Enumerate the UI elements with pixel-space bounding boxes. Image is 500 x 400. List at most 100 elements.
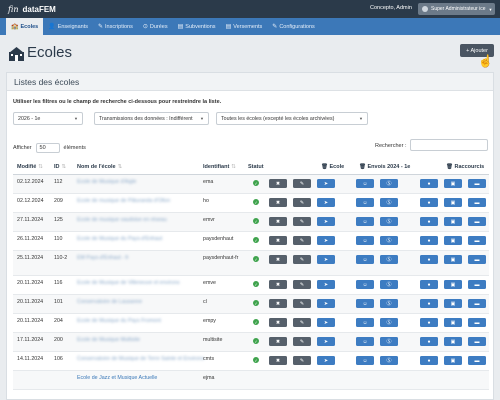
edit-school-button[interactable]: ✎ [293, 299, 311, 308]
send-school-button[interactable]: ➤ [317, 318, 335, 327]
school-name-link[interactable]: Ecole de Jazz et Musique Actuelle [77, 375, 157, 381]
shortcut-info-button[interactable]: ● [420, 299, 438, 308]
table-row[interactable]: 26.11.2024 110 Ecole de Musique du Pays-d'… [13, 232, 489, 251]
delete-school-button[interactable]: ✖ [269, 236, 287, 245]
table-row[interactable]: 17.11.2024 200 Ecole de Musique Multisite m… [13, 333, 489, 352]
table-row[interactable]: 02.12.2024 112 Ecole de Musique d'Aigle ema… [13, 175, 489, 194]
school-name-link[interactable]: Ecole de Musique d'Aigle [77, 179, 136, 185]
send-subsidy-button[interactable]: Ⓢ [380, 299, 398, 308]
school-name-link[interactable]: Ecole de musique de Pâturanda d'Ollon [77, 198, 170, 204]
shortcut-info-button[interactable]: ● [420, 236, 438, 245]
shortcut-info-button[interactable]: ● [420, 337, 438, 346]
send-school-button[interactable]: ➤ [317, 356, 335, 365]
delete-school-button[interactable]: ✖ [269, 356, 287, 365]
send-school-button[interactable]: ➤ [317, 236, 335, 245]
delete-school-button[interactable]: ✖ [269, 179, 287, 188]
transmission-select[interactable]: Transmissions des données : Indifférent … [94, 112, 209, 125]
table-row[interactable]: 25.11.2024 110-2 EM Pays-d'Enhaut - fr pays… [13, 251, 489, 276]
shortcut-folder-button[interactable]: ▬ [468, 337, 486, 346]
shortcut-info-button[interactable]: ● [420, 217, 438, 226]
shortcut-save-button[interactable]: ▣ [444, 318, 462, 327]
table-row[interactable]: 20.11.2024 116 Ecole de Musique de Villene… [13, 276, 489, 295]
school-name-link[interactable]: Ecole de Musique de Villeneuve et enviro… [77, 280, 180, 286]
delete-school-button[interactable]: ✖ [269, 217, 287, 226]
col-id[interactable]: ID ⇅ [54, 164, 66, 170]
edit-school-button[interactable]: ✎ [293, 280, 311, 289]
send-subsidy-button[interactable]: Ⓢ [380, 198, 398, 207]
table-row[interactable]: Ecole de Jazz et Musique Actuelle ejma [13, 371, 489, 390]
nav-item-enseignants[interactable]: 👤 Enseignants [43, 18, 93, 35]
school-name-link[interactable]: Conservatoire de Lausanne [77, 299, 142, 305]
col-modified[interactable]: Modifié ⇅ [17, 164, 43, 170]
nav-item-inscriptions[interactable]: ✎ Inscriptions [93, 18, 138, 35]
shortcut-info-button[interactable]: ● [420, 198, 438, 207]
search-input[interactable] [410, 139, 488, 151]
table-row[interactable]: 02.12.2024 209 Ecole de musique de Pâturan… [13, 194, 489, 213]
shortcut-save-button[interactable]: ▣ [444, 356, 462, 365]
school-name-link[interactable]: Ecole de Musique du Pays Fromont [77, 318, 161, 324]
send-subsidy-button[interactable]: Ⓢ [380, 337, 398, 346]
send-subsidy-button[interactable]: Ⓢ [380, 217, 398, 226]
send-user-button[interactable]: ☺ [356, 179, 374, 188]
shortcut-folder-button[interactable]: ▬ [468, 299, 486, 308]
school-name-link[interactable]: EM Pays-d'Enhaut - fr [77, 255, 129, 261]
shortcut-folder-button[interactable]: ▬ [468, 179, 486, 188]
col-status[interactable]: Statut [248, 164, 264, 170]
delete-school-button[interactable]: ✖ [269, 337, 287, 346]
shortcut-folder-button[interactable]: ▬ [468, 236, 486, 245]
shortcut-info-button[interactable]: ● [420, 356, 438, 365]
shortcut-info-button[interactable]: ● [420, 280, 438, 289]
shortcut-save-button[interactable]: ▣ [444, 280, 462, 289]
nav-item-subventions[interactable]: ▤ Subventions [173, 18, 221, 35]
school-name-link[interactable]: Conservatoire de Musique de Terre Sainte… [77, 356, 204, 362]
shortcut-folder-button[interactable]: ▬ [468, 217, 486, 226]
shortcut-folder-button[interactable]: ▬ [468, 318, 486, 327]
send-school-button[interactable]: ➤ [317, 299, 335, 308]
shortcut-info-button[interactable]: ● [420, 318, 438, 327]
shortcut-folder-button[interactable]: ▬ [468, 255, 486, 264]
role-menu[interactable]: Super Administrateur ice ▼ [418, 3, 495, 15]
app-name[interactable]: dataFEM [23, 5, 56, 14]
delete-school-button[interactable]: ✖ [269, 280, 287, 289]
shortcut-folder-button[interactable]: ▬ [468, 280, 486, 289]
edit-school-button[interactable]: ✎ [293, 318, 311, 327]
send-user-button[interactable]: ☺ [356, 280, 374, 289]
schools-filter-select[interactable]: Toutes les écoles (excepté les écoles ar… [216, 112, 368, 125]
col-name[interactable]: Nom de l'école ⇅ [77, 164, 122, 170]
table-row[interactable]: 27.11.2024 125 Ecole de musique vaudoise e… [13, 213, 489, 232]
shortcut-save-button[interactable]: ▣ [444, 299, 462, 308]
year-select[interactable]: 2026 - 1e ▼ [13, 112, 83, 125]
nav-item-versements[interactable]: ▤ Versements [221, 18, 268, 35]
edit-school-button[interactable]: ✎ [293, 217, 311, 226]
send-school-button[interactable]: ➤ [317, 179, 335, 188]
table-row[interactable]: 20.11.2024 101 Conservatoire de Lausanne cl… [13, 295, 489, 314]
school-name-link[interactable]: Ecole de Musique du Pays-d'Enhaut [77, 236, 162, 242]
nav-item-configurations[interactable]: ✎ Configurations [267, 18, 320, 35]
send-school-button[interactable]: ➤ [317, 255, 335, 264]
shortcut-info-button[interactable]: ● [420, 179, 438, 188]
send-user-button[interactable]: ☺ [356, 255, 374, 264]
send-subsidy-button[interactable]: Ⓢ [380, 236, 398, 245]
edit-school-button[interactable]: ✎ [293, 236, 311, 245]
edit-school-button[interactable]: ✎ [293, 198, 311, 207]
send-user-button[interactable]: ☺ [356, 337, 374, 346]
send-school-button[interactable]: ➤ [317, 198, 335, 207]
send-school-button[interactable]: ➤ [317, 280, 335, 289]
shortcut-save-button[interactable]: ▣ [444, 236, 462, 245]
nav-item-ecoles[interactable]: 🏫 Ecoles [6, 18, 44, 35]
send-user-button[interactable]: ☺ [356, 236, 374, 245]
table-row[interactable]: 14.11.2024 106 Conservatoire de Musique de… [13, 352, 489, 371]
send-subsidy-button[interactable]: Ⓢ [380, 318, 398, 327]
send-school-button[interactable]: ➤ [317, 337, 335, 346]
edit-school-button[interactable]: ✎ [293, 255, 311, 264]
shortcut-folder-button[interactable]: ▬ [468, 356, 486, 365]
send-school-button[interactable]: ➤ [317, 217, 335, 226]
send-user-button[interactable]: ☺ [356, 198, 374, 207]
nav-item-durées[interactable]: ⊙ Durées [138, 18, 173, 35]
send-user-button[interactable]: ☺ [356, 318, 374, 327]
delete-school-button[interactable]: ✖ [269, 255, 287, 264]
shortcut-save-button[interactable]: ▣ [444, 337, 462, 346]
shortcut-folder-button[interactable]: ▬ [468, 198, 486, 207]
table-row[interactable]: 20.11.2024 204 Ecole de Musique du Pays Fr… [13, 314, 489, 333]
send-subsidy-button[interactable]: Ⓢ [380, 179, 398, 188]
